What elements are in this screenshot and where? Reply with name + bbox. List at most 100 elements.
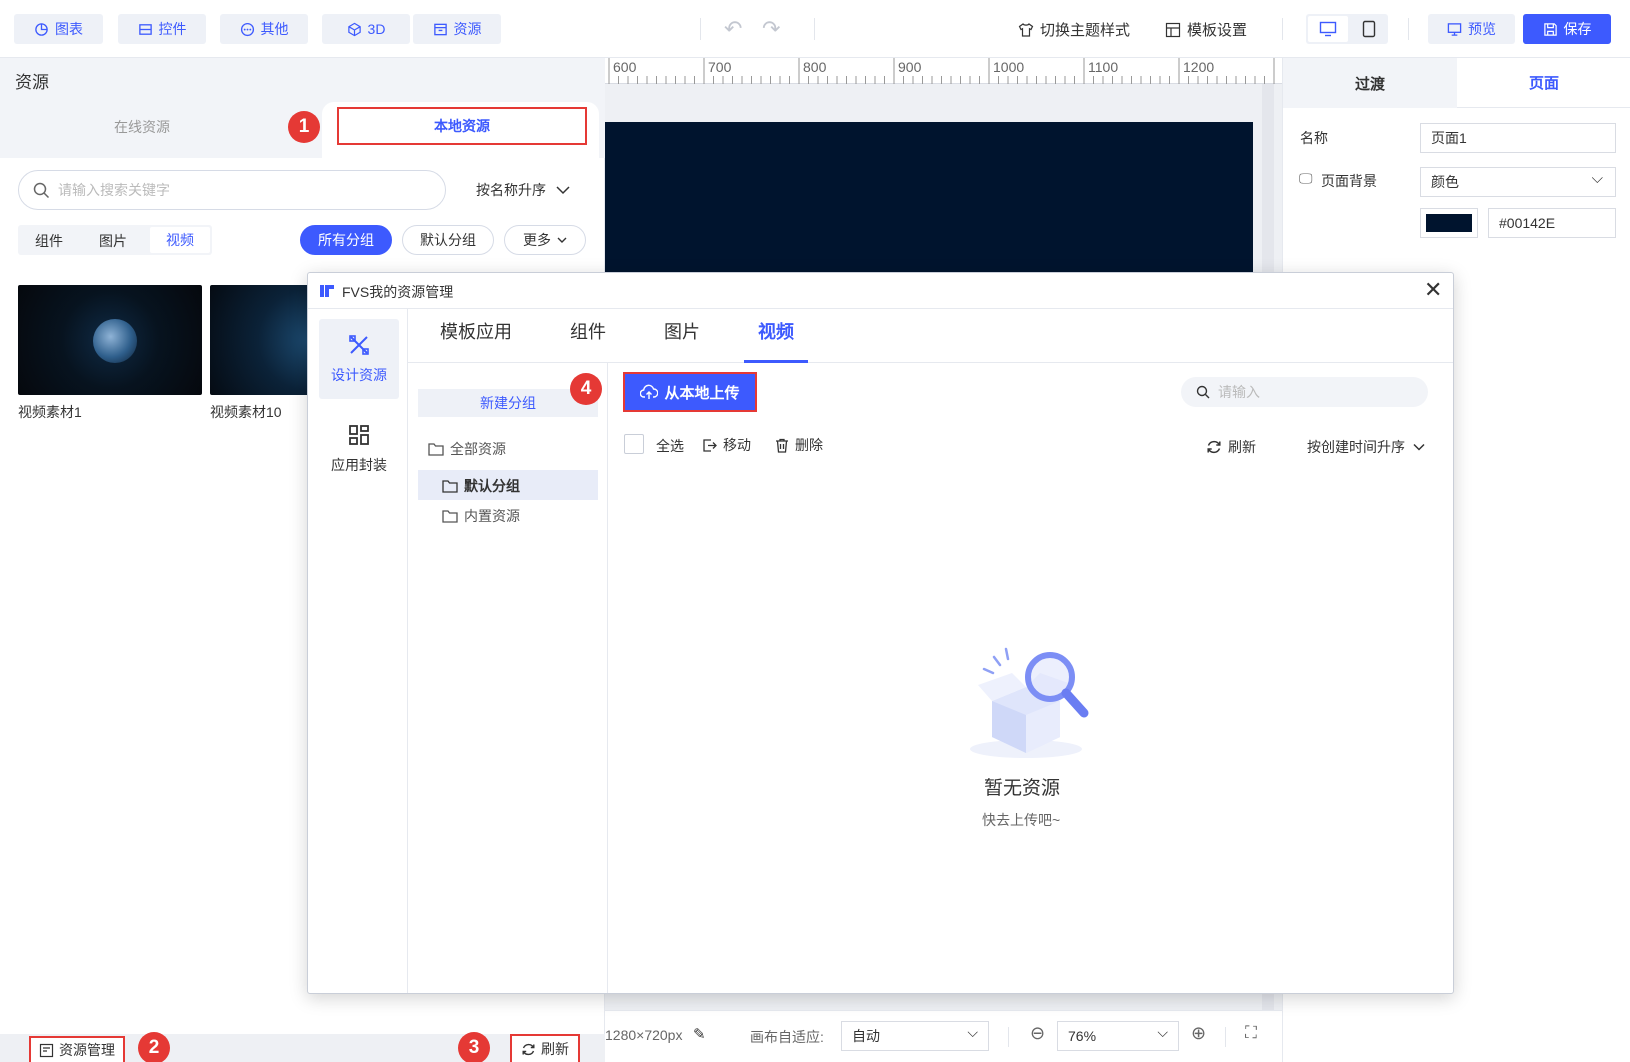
trash-icon [776, 438, 788, 453]
tab-local-resource[interactable]: 本地资源 [337, 107, 587, 145]
ruler: 600 700 800 900 1000 1100 1200 [605, 58, 1282, 84]
tree-item-all[interactable]: 全部资源 [428, 439, 506, 459]
page-name-input[interactable]: 页面1 [1420, 123, 1616, 153]
save-button[interactable]: 保存 [1523, 14, 1611, 44]
name-label: 名称 [1300, 130, 1328, 146]
undo-icon[interactable]: ↶ [724, 16, 742, 42]
toolbar-3d-button[interactable]: 3D [322, 14, 410, 44]
search-icon [1196, 385, 1210, 399]
tree-item-default[interactable]: 默认分组 [418, 470, 598, 500]
dialog-search-input[interactable]: 请输入 [1181, 377, 1428, 407]
close-icon[interactable]: ✕ [1424, 277, 1442, 303]
type-tab-video[interactable]: 视频 [150, 227, 210, 253]
cube-icon [347, 22, 361, 36]
video-card[interactable]: 视频素材1 [18, 285, 202, 422]
color-swatch[interactable] [1420, 208, 1478, 238]
bg-label: 页面背景 [1321, 173, 1377, 189]
type-tab-image[interactable]: 图片 [99, 231, 127, 251]
ruler-label: 700 [708, 59, 732, 75]
fit-select[interactable]: 自动 ⌵ [841, 1021, 989, 1051]
toolbar-resource-label: 资源 [453, 21, 482, 37]
group-default-button[interactable]: 默认分组 [402, 225, 494, 255]
app-grid-icon [349, 425, 369, 445]
bg-type-select[interactable]: 颜色 ⌵ [1420, 167, 1616, 197]
dialog-tabs [408, 309, 1453, 363]
tab-page[interactable]: 页面 [1457, 58, 1630, 108]
theme-switch-button[interactable]: 切换主题样式 [1018, 19, 1130, 40]
tab-online-resource[interactable]: 在线资源 [114, 117, 170, 137]
tab-template-app[interactable]: 模板应用 [440, 318, 512, 344]
template-settings-button[interactable]: 模板设置 [1165, 19, 1247, 40]
chevron-down-icon: ⌵ [1591, 170, 1603, 187]
page-canvas[interactable] [605, 122, 1253, 282]
edit-size-icon[interactable]: ✎ [693, 1025, 706, 1043]
tablet-view-button[interactable] [1352, 16, 1386, 42]
tab-page-label: 页面 [1528, 75, 1559, 92]
tab-video[interactable]: 视频 [758, 318, 794, 344]
ruler-label: 1100 [1088, 59, 1119, 75]
tab-local-label: 本地资源 [434, 118, 490, 134]
resource-search-input[interactable]: 请输入搜索关键字 [18, 170, 446, 210]
color-hex-input[interactable]: #00142E [1488, 208, 1616, 238]
delete-button[interactable]: 删除 [775, 435, 823, 455]
divider [1282, 18, 1283, 40]
video-title: 视频素材10 [210, 404, 282, 420]
sort-select[interactable]: 按名称升序 [476, 180, 570, 200]
divider [1408, 18, 1409, 40]
resource-manage-button[interactable]: 资源管理 [29, 1036, 125, 1062]
divider [1225, 1027, 1226, 1047]
zoom-out-icon[interactable]: ⊖ [1030, 1023, 1045, 1044]
tab-component[interactable]: 组件 [570, 318, 606, 344]
canvas-bottom-bar: 1280×720px ✎ 画布自适应: 自动 ⌵ ⊖ 76% ⌵ ⊕ ⛶ [605, 1010, 1282, 1062]
toolbar-chart-label: 图表 [55, 21, 83, 37]
monitor-icon [1319, 21, 1337, 37]
ruler-label: 600 [613, 59, 637, 75]
more-dots-icon [240, 22, 254, 36]
dialog-sort-select[interactable]: 按创建时间升序 [1307, 437, 1425, 457]
toolbar-widget-button[interactable]: 控件 [118, 14, 206, 44]
type-tab-component[interactable]: 组件 [35, 231, 63, 251]
upload-local-button[interactable]: 从本地上传 [623, 372, 757, 412]
folder-icon [442, 510, 458, 523]
canvas-size-label: 1280×720px [605, 1027, 683, 1043]
group-more-button[interactable]: 更多 [504, 225, 586, 255]
resource-manage-label: 资源管理 [59, 1042, 115, 1058]
side-nav-design-resource[interactable]: 设计资源 [319, 319, 399, 399]
ruler-ticks [608, 58, 1275, 84]
toolbar-other-label: 其他 [260, 21, 289, 37]
toolbar-chart-button[interactable]: 图表 [14, 14, 103, 44]
zoom-select[interactable]: 76% ⌵ [1057, 1021, 1179, 1051]
toolbar-widget-label: 控件 [158, 21, 187, 37]
dialog-sort-label: 按创建时间升序 [1307, 439, 1405, 455]
desktop-view-button[interactable] [1308, 16, 1348, 42]
tab-image[interactable]: 图片 [664, 318, 700, 344]
chevron-down-icon [1413, 443, 1425, 451]
earth-image [93, 319, 137, 363]
preview-button[interactable]: 预览 [1428, 14, 1515, 44]
toolbar-other-button[interactable]: 其他 [220, 14, 308, 44]
toolbar-resource-button[interactable]: 资源 [413, 14, 501, 44]
group-all-button[interactable]: 所有分组 [300, 225, 392, 255]
divider [814, 18, 815, 40]
group-default-label: 默认分组 [420, 232, 476, 248]
move-label: 移动 [723, 437, 751, 453]
select-all-checkbox[interactable] [624, 434, 644, 454]
zoom-in-icon[interactable]: ⊕ [1191, 1023, 1206, 1044]
new-group-label: 新建分组 [480, 395, 536, 411]
redo-icon[interactable]: ↷ [762, 16, 780, 42]
move-icon [703, 438, 717, 452]
search-icon [33, 182, 50, 198]
panel-refresh-button[interactable]: 刷新 [510, 1034, 580, 1062]
preview-icon [1447, 22, 1462, 36]
tree-item-builtin[interactable]: 内置资源 [442, 506, 520, 526]
bg-type-value: 颜色 [1431, 174, 1459, 190]
side-nav-app-package[interactable]: 应用封装 [319, 409, 399, 489]
search-placeholder: 请输入搜索关键字 [58, 182, 170, 198]
move-button[interactable]: 移动 [702, 435, 751, 455]
design-tools-icon [349, 335, 369, 355]
video-card[interactable]: 视频素材10 [210, 285, 320, 422]
monitor-icon: 🖵 [1299, 170, 1313, 186]
fullscreen-icon[interactable]: ⛶ [1245, 1023, 1257, 1043]
dialog-refresh-button[interactable]: 刷新 [1206, 437, 1256, 457]
tab-transition[interactable]: 过渡 [1283, 58, 1457, 108]
